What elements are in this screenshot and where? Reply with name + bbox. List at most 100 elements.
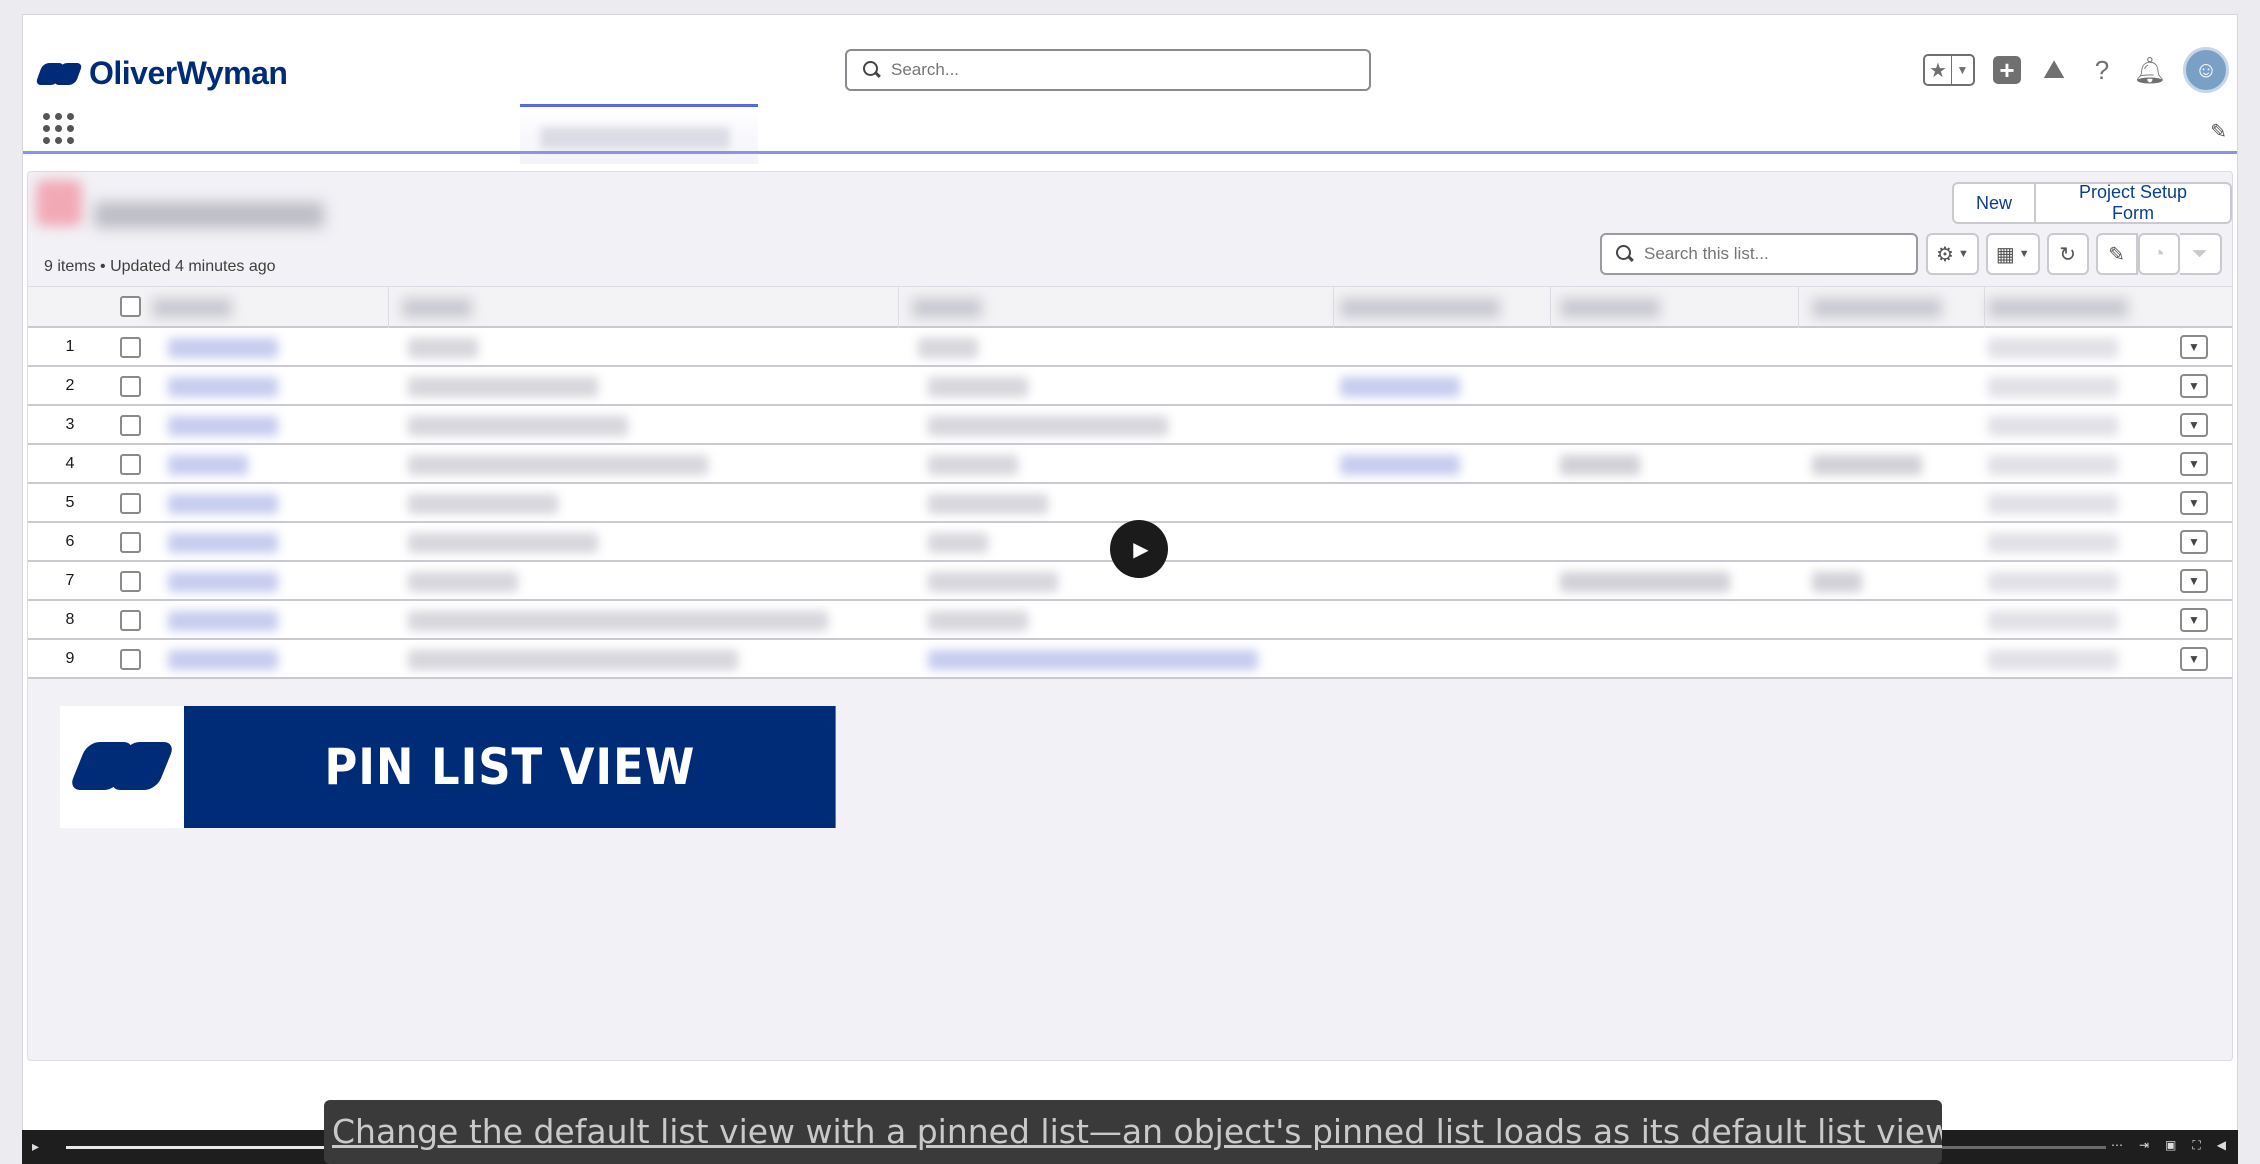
list-settings-button[interactable]: ⚙ ▼: [1926, 233, 1979, 275]
cell-blurred: [1988, 377, 2118, 397]
column-header-blurred[interactable]: [402, 298, 472, 318]
column-divider: [1333, 287, 1334, 329]
global-search-input[interactable]: [891, 60, 1331, 80]
record-link-blurred[interactable]: [168, 377, 278, 397]
edit-pencil-icon[interactable]: ✎: [2210, 119, 2227, 144]
list-table: 1 ▼ 2 ▼ 3 ▼ 4 ▼ 5 ▼ 6 ▼ 7 ▼ 8 ▼ 9 ▼: [28, 286, 2232, 679]
bell-icon[interactable]: 🔔︎: [2134, 55, 2167, 85]
cell-blurred: [928, 611, 1028, 631]
table-icon: ▦: [1995, 243, 2015, 266]
cell-blurred: [408, 338, 478, 358]
record-link-blurred[interactable]: [168, 338, 278, 358]
column-header-blurred[interactable]: [1812, 298, 1942, 318]
cell-blurred: [1988, 572, 2118, 592]
column-header-blurred[interactable]: [1560, 298, 1660, 318]
table-row[interactable]: 4 ▼: [28, 445, 2232, 484]
nav-tab-active[interactable]: [520, 104, 758, 164]
table-row[interactable]: 9 ▼: [28, 640, 2232, 679]
star-icon[interactable]: ★: [1925, 56, 1951, 84]
row-number: 7: [65, 572, 75, 589]
filter-button[interactable]: ⏷: [2179, 233, 2222, 275]
row-action-menu[interactable]: ▼: [2180, 335, 2208, 359]
new-button[interactable]: New: [1952, 182, 2037, 224]
cell-blurred: [408, 533, 598, 553]
row-number: 6: [65, 533, 75, 550]
record-link-blurred[interactable]: [168, 455, 248, 475]
column-header-blurred[interactable]: [1340, 298, 1500, 318]
row-checkbox[interactable]: [120, 532, 141, 553]
cell-blurred: [1988, 533, 2118, 553]
row-number: 1: [65, 338, 75, 355]
cell-blurred: [1340, 455, 1460, 475]
record-link-blurred[interactable]: [168, 416, 278, 436]
table-row[interactable]: 8 ▼: [28, 601, 2232, 640]
speed-icon[interactable]: ⇥: [2139, 1138, 2149, 1153]
column-header-blurred[interactable]: [1988, 298, 2128, 318]
volume-icon[interactable]: ◀: [2217, 1138, 2226, 1153]
row-action-menu[interactable]: ▼: [2180, 530, 2208, 554]
row-action-menu[interactable]: ▼: [2180, 374, 2208, 398]
oliverwyman-logo[interactable]: OliverWyman: [34, 55, 288, 92]
cell-blurred: [1988, 494, 2118, 514]
table-row[interactable]: 3 ▼: [28, 406, 2232, 445]
refresh-button[interactable]: ↻: [2046, 233, 2089, 275]
chart-icon: ◔: [2152, 242, 2165, 265]
row-checkbox[interactable]: [120, 571, 141, 592]
chevron-down-icon: ▼: [1957, 248, 1969, 260]
table-row[interactable]: 1 ▼: [28, 328, 2232, 367]
record-link-blurred[interactable]: [168, 533, 278, 553]
cell-blurred: [1340, 377, 1460, 397]
app-launcher-icon[interactable]: [43, 113, 74, 144]
row-action-menu[interactable]: ▼: [2180, 491, 2208, 515]
help-icon[interactable]: ?: [2087, 55, 2117, 85]
row-action-menu[interactable]: ▼: [2180, 413, 2208, 437]
table-header: [28, 286, 2232, 329]
cell-blurred: [1988, 650, 2118, 670]
record-link-blurred[interactable]: [168, 611, 278, 631]
filter-icon: ⏷: [2191, 242, 2208, 265]
global-search[interactable]: [845, 49, 1371, 91]
play-icon[interactable]: ▶: [1110, 520, 1168, 578]
table-row[interactable]: 2 ▼: [28, 367, 2232, 406]
record-link-blurred[interactable]: [168, 650, 278, 670]
plus-icon[interactable]: +: [1993, 56, 2021, 84]
chevron-down-icon[interactable]: ▼: [1951, 56, 1973, 84]
chart-button[interactable]: ◔: [2137, 233, 2180, 275]
row-checkbox[interactable]: [120, 415, 141, 436]
row-checkbox[interactable]: [120, 610, 141, 631]
row-number: 2: [65, 377, 75, 394]
play-pause-icon[interactable]: ▸: [32, 1138, 39, 1155]
pip-icon[interactable]: ▣: [2165, 1138, 2176, 1153]
avatar[interactable]: ☺: [2183, 47, 2229, 93]
list-search-input[interactable]: [1644, 244, 1904, 264]
row-action-menu[interactable]: ▼: [2180, 647, 2208, 671]
column-header-blurred[interactable]: [152, 298, 232, 318]
column-divider: [1798, 287, 1799, 329]
search-icon: [863, 61, 881, 79]
pin-list-view-banner: PIN LIST VIEW: [60, 706, 908, 828]
row-action-menu[interactable]: ▼: [2180, 569, 2208, 593]
row-checkbox[interactable]: [120, 337, 141, 358]
fullscreen-icon[interactable]: ⛶: [2192, 1138, 2200, 1153]
trailhead-icon[interactable]: ⛰: [2039, 54, 2069, 85]
project-setup-form-button[interactable]: Project Setup Form: [2036, 182, 2232, 224]
object-icon: [36, 180, 82, 226]
row-checkbox[interactable]: [120, 376, 141, 397]
row-checkbox[interactable]: [120, 649, 141, 670]
row-action-menu[interactable]: ▼: [2180, 608, 2208, 632]
record-link-blurred[interactable]: [168, 572, 278, 592]
list-view-title-blurred[interactable]: [94, 202, 324, 228]
column-header-blurred[interactable]: [912, 298, 982, 318]
row-checkbox[interactable]: [120, 493, 141, 514]
list-view-panel: 9 items • Updated 4 minutes ago New Proj…: [27, 171, 2233, 1061]
row-checkbox[interactable]: [120, 454, 141, 475]
inline-edit-button[interactable]: ✎: [2095, 233, 2138, 275]
display-as-button[interactable]: ▦ ▼: [1985, 233, 2040, 275]
row-action-menu[interactable]: ▼: [2180, 452, 2208, 476]
record-link-blurred[interactable]: [168, 494, 278, 514]
list-search[interactable]: [1600, 233, 1918, 275]
list-toolbar: ⚙ ▼ ▦ ▼ ↻ ✎ ◔ ⏷: [1926, 233, 2222, 275]
select-all-checkbox[interactable]: [120, 296, 141, 317]
favorites-group[interactable]: ★ ▼: [1923, 54, 1975, 86]
table-row[interactable]: 5 ▼: [28, 484, 2232, 523]
